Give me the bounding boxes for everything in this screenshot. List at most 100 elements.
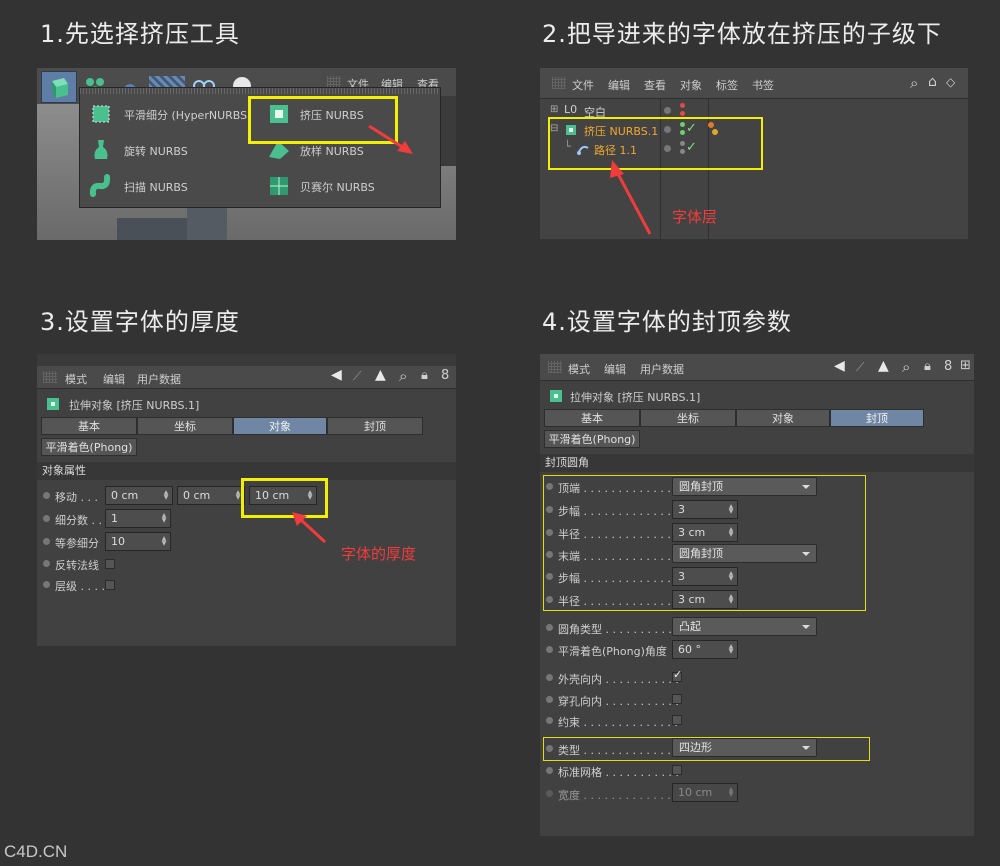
label-hull-inward: 外壳向内 . . . . . . . . . . .: [558, 673, 679, 686]
constrain-checkbox[interactable]: [672, 715, 682, 725]
menu-file[interactable]: 文件: [572, 77, 594, 93]
home-icon[interactable]: ⌂: [928, 74, 937, 90]
spinner-icon: ▲ ▼: [728, 786, 734, 798]
tab-coord[interactable]: 坐标: [137, 417, 233, 435]
tab-coord[interactable]: 坐标: [640, 409, 736, 427]
menu-mode[interactable]: 模式: [65, 371, 87, 387]
regular-grid-checkbox[interactable]: [672, 765, 682, 775]
menu-item-bezier-nurbs[interactable]: 贝赛尔 NURBS: [262, 170, 432, 202]
tab-basic[interactable]: 基本: [41, 417, 137, 435]
render-dot[interactable]: [680, 111, 685, 116]
spinner-icon[interactable]: ▲ ▼: [163, 490, 169, 501]
forward-arrow-icon[interactable]: ⟋: [353, 369, 361, 384]
anim-dot[interactable]: [43, 538, 50, 545]
red-arrow-icon: [368, 124, 413, 154]
step1-title: 1.先选择挤压工具: [40, 20, 240, 48]
menu-user-data[interactable]: 用户数据: [137, 371, 181, 387]
anim-dot[interactable]: [43, 560, 50, 567]
move-x-field[interactable]: 0 cm ▲ ▼: [105, 486, 173, 505]
menu-object[interactable]: 对象: [680, 77, 702, 93]
phong-angle-field[interactable]: 60 ° ▲ ▼: [672, 640, 738, 659]
search-icon[interactable]: ⌕: [902, 358, 910, 376]
annotation-thickness: 字体的厚度: [341, 545, 417, 563]
anim-dot[interactable]: [546, 717, 553, 724]
menu-edit[interactable]: 编辑: [103, 371, 125, 387]
hierarchical-checkbox[interactable]: [105, 580, 115, 590]
new-panel-icon[interactable]: ⊞: [960, 358, 971, 373]
spinner-icon[interactable]: ▲ ▼: [161, 536, 167, 547]
menu-edit[interactable]: 编辑: [604, 361, 626, 377]
anim-dot[interactable]: [43, 515, 50, 522]
anim-dot[interactable]: [546, 767, 553, 774]
tab-object[interactable]: 对象: [233, 417, 327, 435]
label-flip-normals: 反转法线: [55, 559, 99, 572]
menu-item-label: 扫描 NURBS: [124, 181, 188, 194]
spinner-icon[interactable]: ▲ ▼: [161, 513, 167, 524]
menu-view[interactable]: 查看: [644, 77, 666, 93]
back-arrow-icon[interactable]: ◀: [834, 358, 845, 374]
cube-icon: [52, 78, 68, 98]
menu-edit[interactable]: 编辑: [608, 77, 630, 93]
highlight-box: [543, 475, 866, 611]
isoparm-field[interactable]: 10 ▲ ▼: [105, 532, 171, 551]
up-arrow-icon[interactable]: ▲: [878, 358, 889, 374]
label-isoparm: 等参细分: [55, 537, 99, 550]
fillet-type-dropdown[interactable]: 凸起: [672, 617, 817, 636]
field-value: 10 cm: [678, 786, 713, 799]
lock-icon[interactable]: 🔒︎: [421, 368, 428, 383]
tab-object[interactable]: 对象: [736, 409, 830, 427]
tab-caps[interactable]: 封顶: [327, 417, 423, 435]
anim-dot[interactable]: [43, 581, 50, 588]
popup-grip: [80, 88, 440, 94]
back-arrow-icon[interactable]: ◀: [331, 367, 342, 383]
tab-caps[interactable]: 封顶: [830, 409, 924, 427]
anim-dot[interactable]: [546, 624, 553, 631]
eye-icon[interactable]: ◇: [946, 75, 955, 89]
field-value: 1: [111, 512, 118, 525]
menu-bookmarks[interactable]: 书签: [752, 77, 774, 93]
menu-tags[interactable]: 标签: [716, 77, 738, 93]
lathe-icon: [94, 140, 108, 159]
render-dot[interactable]: [680, 103, 685, 108]
step4-title: 4.设置字体的封顶参数: [542, 308, 792, 336]
anim-dot[interactable]: [546, 696, 553, 703]
tab-basic[interactable]: 基本: [544, 409, 640, 427]
expand-icon[interactable]: ⊞: [550, 104, 558, 115]
forward-arrow-icon[interactable]: ⟋: [856, 360, 864, 375]
tab-phong[interactable]: 平滑着色(Phong): [544, 430, 640, 448]
tab-phong[interactable]: 平滑着色(Phong): [41, 438, 137, 456]
visibility-dot[interactable]: [664, 107, 671, 114]
anim-dot[interactable]: [546, 646, 553, 653]
width-field: 10 cm ▲ ▼: [672, 783, 738, 802]
panel-step1: 文件 编辑 查看 平滑细分 (HyperNURBS) 挤压 NURBS 旋转 N…: [37, 68, 456, 240]
null-icon: L0: [564, 103, 578, 116]
search-icon[interactable]: ⌕: [910, 74, 918, 92]
viewport-object: [187, 208, 227, 240]
lock-icon[interactable]: 🔒︎: [924, 359, 931, 374]
menu-item-sweep-nurbs[interactable]: 扫描 NURBS: [84, 170, 252, 202]
link-icon[interactable]: 8: [441, 368, 449, 383]
subdivision-field[interactable]: 1 ▲ ▼: [105, 509, 171, 528]
nurbs-tool-button[interactable]: [41, 71, 77, 103]
grip-icon: [548, 361, 562, 373]
bezier-icon: [270, 177, 288, 195]
menu-item-label: 放样 NURBS: [300, 145, 364, 158]
search-icon[interactable]: ⌕: [399, 367, 407, 385]
object-manager-menubar: 文件 编辑 查看 对象 标签 书签 ⌕ ⌂ ◇: [540, 68, 968, 99]
menu-mode[interactable]: 模式: [568, 361, 590, 377]
panel-top-strip: [37, 354, 456, 366]
spinner-icon[interactable]: ▲ ▼: [728, 644, 734, 655]
label-hierarchical: 层级 . . . .: [55, 580, 105, 593]
anim-dot[interactable]: [546, 674, 553, 681]
move-y-field[interactable]: 0 cm ▲ ▼: [177, 486, 245, 505]
up-arrow-icon[interactable]: ▲: [375, 367, 386, 383]
hole-inward-checkbox[interactable]: [672, 694, 682, 704]
flip-normals-checkbox[interactable]: [105, 559, 115, 569]
menu-item-hypernurbs[interactable]: 平滑细分 (HyperNURBS): [84, 98, 252, 130]
link-icon[interactable]: 8: [944, 359, 952, 374]
anim-dot[interactable]: [43, 492, 50, 499]
hull-inward-checkbox[interactable]: ✓: [672, 668, 682, 682]
menu-user-data[interactable]: 用户数据: [640, 361, 684, 377]
menu-item-lathe-nurbs[interactable]: 旋转 NURBS: [84, 134, 252, 166]
panel-step4: 模式 编辑 用户数据 ◀ ⟋ ▲ ⌕ 🔒︎ 8 ⊞ 拉伸对象 [挤压 NURBS…: [540, 354, 974, 836]
